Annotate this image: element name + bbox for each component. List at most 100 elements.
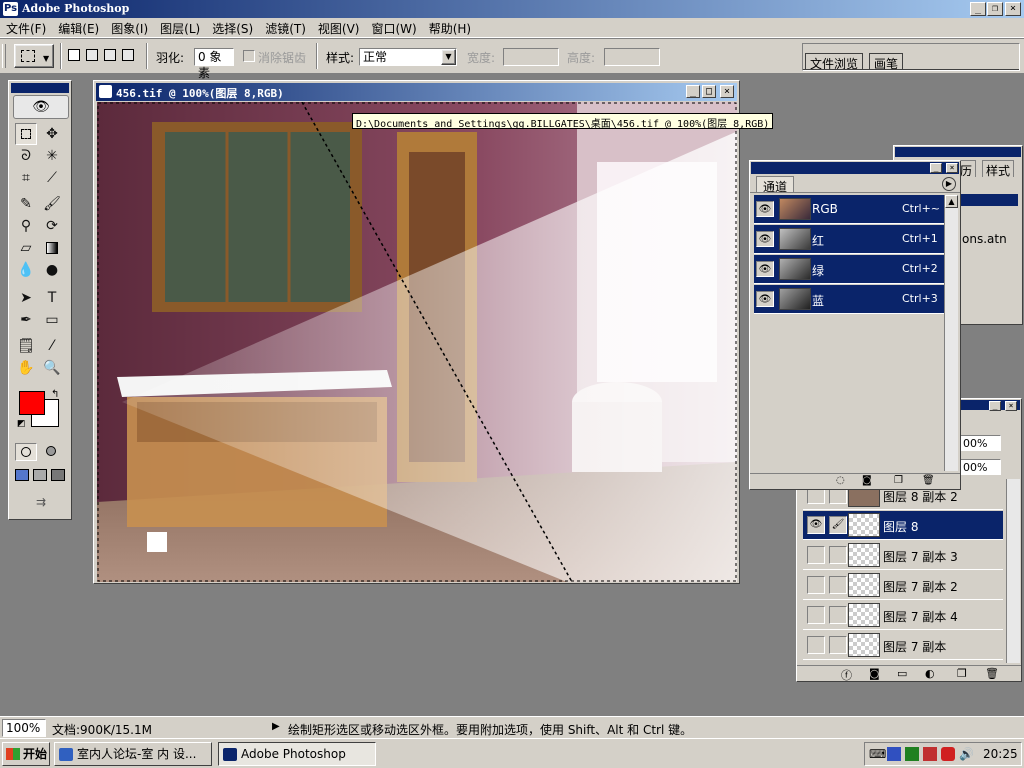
swap-colors-icon[interactable]: ↰ <box>51 389 59 400</box>
blur-tool-icon[interactable]: 💧 <box>15 259 37 281</box>
new-layer-icon[interactable]: ❐ <box>957 667 967 680</box>
tab-channels[interactable]: 通道 <box>756 176 795 194</box>
doc-minimize-button[interactable]: _ <box>686 85 700 98</box>
eye-icon[interactable]: 👁 <box>807 516 825 534</box>
standard-mode-icon[interactable] <box>15 443 37 461</box>
keyboard-icon[interactable]: ⌨ <box>869 747 886 761</box>
antivirus-icon[interactable] <box>923 747 937 761</box>
close-button[interactable]: × <box>1005 2 1021 16</box>
layers-minimize-button[interactable]: _ <box>989 401 1001 411</box>
menu-select[interactable]: 选择(S) <box>206 18 259 37</box>
channel-row-blue[interactable]: 👁 蓝 Ctrl+3 <box>754 285 944 314</box>
taskbar-item-forum[interactable]: 室内人论坛-室 内 设... <box>54 742 212 766</box>
path-selection-icon[interactable]: ➤ <box>15 287 37 309</box>
menu-file[interactable]: 文件(F) <box>0 18 52 37</box>
eyedropper-icon[interactable]: ⁄ <box>41 335 63 357</box>
layer-visibility-toggle[interactable] <box>807 576 825 594</box>
gradient-tool-icon[interactable] <box>41 237 63 259</box>
load-selection-icon[interactable]: ◌ <box>836 475 845 486</box>
shape-tool-icon[interactable]: ▭ <box>41 309 63 331</box>
healing-brush-icon[interactable]: ✎ <box>15 193 37 215</box>
monitor-icon[interactable] <box>905 747 919 761</box>
hand-tool-icon[interactable]: ✋ <box>15 357 37 379</box>
palette-menu-icon[interactable]: ▶ <box>942 177 956 191</box>
eye-icon[interactable]: 👁 <box>756 261 774 277</box>
layers-scroll-thumb[interactable] <box>1008 489 1019 529</box>
shield-icon[interactable] <box>941 747 955 761</box>
jump-to-imageready-icon[interactable]: ⇉ <box>17 495 65 513</box>
eye-icon[interactable]: 👁 <box>756 231 774 247</box>
layer-link-toggle[interactable] <box>829 606 847 624</box>
menu-layer[interactable]: 图层(L) <box>154 18 206 37</box>
standard-screen-icon[interactable] <box>15 469 29 481</box>
lasso-tool-icon[interactable]: ᘐ <box>15 145 37 167</box>
minimize-button[interactable]: _ <box>970 2 986 16</box>
eraser-tool-icon[interactable]: ▱ <box>15 237 37 259</box>
channels-scrollbar[interactable]: ▲ <box>944 195 958 471</box>
tab-file-browser[interactable]: 文件浏览 <box>805 53 864 71</box>
menu-help[interactable]: 帮助(H) <box>423 18 477 37</box>
layers-close-button[interactable]: × <box>1005 401 1017 411</box>
zoom-tool-icon[interactable]: 🔍 <box>41 357 63 379</box>
clone-stamp-icon[interactable]: ⚲ <box>15 215 37 237</box>
adjustment-layer-icon[interactable]: ◐ <box>925 667 935 680</box>
type-tool-icon[interactable]: T <box>41 287 63 309</box>
antialias-checkbox[interactable] <box>243 50 255 62</box>
taskbar-item-photoshop[interactable]: Adobe Photoshop <box>218 742 376 766</box>
layer-row[interactable]: 图层 7 副本 2 <box>803 571 1003 600</box>
brush-tool-icon[interactable]: 🖌 <box>41 193 63 215</box>
network-icon[interactable] <box>887 747 901 761</box>
layer-visibility-toggle[interactable] <box>807 606 825 624</box>
subtract-selection-icon[interactable] <box>104 49 116 61</box>
menu-view[interactable]: 视图(V) <box>312 18 366 37</box>
document-title-bar[interactable]: 456.tif @ 100%(图层 8,RGB) _ □ × <box>96 83 737 101</box>
add-mask-icon[interactable]: ◙ <box>869 667 880 680</box>
channels-palette-title[interactable] <box>751 162 959 174</box>
eye-icon[interactable]: 👁 <box>756 291 774 307</box>
volume-icon[interactable]: 🔊 <box>959 747 974 761</box>
quick-mask-icon[interactable] <box>41 443 63 461</box>
style-select[interactable]: 正常 ▼ <box>359 48 457 66</box>
magic-wand-icon[interactable]: ✳ <box>41 145 63 167</box>
image-canvas[interactable] <box>97 102 737 582</box>
trash-icon[interactable]: 🗑 <box>922 475 935 486</box>
history-brush-icon[interactable]: ⟳ <box>41 215 63 237</box>
layer-fill-input[interactable]: 00% <box>959 459 1001 475</box>
full-screen-menu-icon[interactable] <box>33 469 47 481</box>
adobe-online-icon[interactable]: 👁 <box>13 95 69 119</box>
layer-visibility-toggle[interactable] <box>807 546 825 564</box>
layer-row[interactable]: 图层 7 副本 4 <box>803 601 1003 630</box>
layers-scrollbar[interactable] <box>1006 479 1020 663</box>
add-selection-icon[interactable] <box>86 49 98 61</box>
start-button[interactable]: 开始 <box>2 742 50 766</box>
layer-row-selected[interactable]: 👁 🖌 图层 8 <box>803 511 1003 540</box>
tool-preset-picker[interactable]: ▼ <box>14 44 54 68</box>
layer-link-toggle[interactable] <box>829 636 847 654</box>
history-palette-title[interactable] <box>895 147 1021 157</box>
zoom-level-input[interactable]: 100% <box>2 719 46 737</box>
intersect-selection-icon[interactable] <box>122 49 134 61</box>
layer-link-toggle[interactable] <box>829 546 847 564</box>
menu-edit[interactable]: 编辑(E) <box>52 18 105 37</box>
channels-close-button[interactable]: × <box>946 163 958 173</box>
channel-row-rgb[interactable]: 👁 RGB Ctrl+~ <box>754 195 944 224</box>
scroll-up-icon[interactable]: ▲ <box>945 195 958 208</box>
doc-maximize-button[interactable]: □ <box>702 85 716 98</box>
move-tool-icon[interactable]: ✥ <box>41 123 63 145</box>
menu-window[interactable]: 窗口(W) <box>365 18 422 37</box>
trash-icon[interactable]: 🗑 <box>985 667 999 680</box>
slice-tool-icon[interactable]: ⟋ <box>41 167 63 189</box>
height-input[interactable] <box>604 48 660 66</box>
layer-opacity-input[interactable]: 00% <box>959 435 1001 451</box>
dodge-tool-icon[interactable]: ● <box>41 259 63 281</box>
pen-tool-icon[interactable]: ✒ <box>15 309 37 331</box>
channel-row-green[interactable]: 👁 绿 Ctrl+2 <box>754 255 944 284</box>
new-set-icon[interactable]: ▭ <box>897 667 907 680</box>
rectangular-marquee-icon[interactable] <box>15 123 37 145</box>
channel-row-red[interactable]: 👁 红 Ctrl+1 <box>754 225 944 254</box>
menu-filter[interactable]: 滤镜(T) <box>259 18 312 37</box>
photoshop-app-icon[interactable]: Ps <box>3 2 18 16</box>
doc-close-button[interactable]: × <box>720 85 734 98</box>
layer-row[interactable]: 图层 7 副本 <box>803 631 1003 660</box>
width-input[interactable] <box>503 48 559 66</box>
